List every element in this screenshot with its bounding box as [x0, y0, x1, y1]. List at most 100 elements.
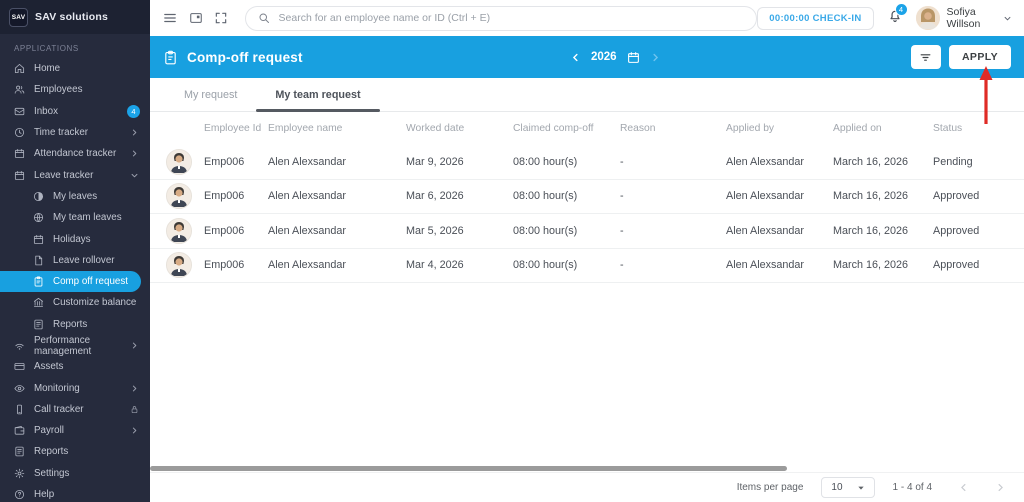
calendar-icon — [14, 148, 25, 159]
sidebar-item-attendance-tracker[interactable]: Attendance tracker — [0, 143, 150, 164]
performance-icon — [14, 340, 25, 351]
cell-status: Approved — [933, 259, 980, 272]
sidebar-item-reports[interactable]: Reports — [0, 441, 150, 462]
sidebar-item-label: Reports — [53, 318, 88, 330]
tab-my-team-request[interactable]: My team request — [256, 78, 380, 112]
filter-button[interactable] — [910, 45, 941, 69]
people-icon — [14, 84, 25, 95]
comp-off-request-page: SAV SAV solutions APPLICATIONS Home Emplo… — [0, 0, 1024, 502]
sidebar-item-my-leaves[interactable]: My leaves — [0, 186, 150, 207]
cell-worked-date: Mar 9, 2026 — [406, 155, 464, 168]
items-per-page-label: Items per page — [736, 482, 804, 493]
page-header: Comp-off request 2026 APPLY — [150, 36, 1024, 78]
notifications-button[interactable]: 4 — [887, 3, 908, 28]
next-page-icon[interactable] — [995, 482, 1006, 493]
cell-employee-name: Alen Alexsandar — [268, 155, 347, 168]
sidebar-item-label: Time tracker — [34, 127, 89, 139]
sidebar-item-assets[interactable]: Assets — [0, 356, 150, 377]
user-menu[interactable]: Sofiya Willson — [915, 6, 1013, 30]
cell-applied-by: Alen Alexsandar — [726, 224, 805, 237]
clipboard-icon — [33, 276, 44, 287]
search-icon — [259, 13, 269, 23]
column-header-claimed-comp-off: Claimed comp-off — [513, 123, 594, 134]
cell-employee-id: Emp006 — [204, 259, 245, 272]
pagination-bar: Items per page 10 1 - 4 of 4 — [150, 472, 1024, 502]
sidebar-item-label: Settings — [34, 467, 70, 479]
page-title-wrap: Comp-off request — [163, 50, 303, 65]
sidebar-item-comp-off-request[interactable]: Comp off request — [0, 270, 141, 293]
cell-worked-date: Mar 4, 2026 — [406, 259, 464, 272]
sidebar-item-home[interactable]: Home — [0, 58, 150, 79]
sidebar-item-time-tracker[interactable]: Time tracker — [0, 122, 150, 143]
hamburger-menu-icon[interactable] — [160, 7, 181, 29]
prev-year-icon[interactable] — [570, 52, 581, 63]
sidebar-item-customize-balance[interactable]: Customize balance — [0, 292, 150, 313]
sidebar-item-label: Employees — [34, 84, 83, 96]
cell-employee-id: Emp006 — [204, 224, 245, 237]
sidebar-item-label: Attendance tracker — [34, 148, 117, 160]
sidebar-item-label: Inbox — [34, 105, 58, 117]
sidebar: SAV SAV solutions APPLICATIONS Home Emplo… — [0, 0, 150, 502]
sidebar-item-label: Assets — [34, 361, 64, 373]
table-row[interactable]: Emp006 Alen Alexsandar Mar 9, 2026 08:00 ho… — [150, 145, 1024, 180]
report-icon — [33, 319, 44, 330]
apply-button[interactable]: APPLY — [948, 45, 1011, 69]
sidebar-item-settings[interactable]: Settings — [0, 463, 150, 484]
sidebar-item-reports[interactable]: Reports — [0, 314, 150, 335]
next-year-icon[interactable] — [650, 52, 661, 63]
user-name: Sofiya Willson — [946, 6, 981, 30]
panel-toggle-icon[interactable] — [186, 7, 207, 29]
column-header-status: Status — [933, 123, 963, 134]
sidebar-item-label: Home — [34, 63, 61, 75]
chevron-right-icon — [130, 341, 139, 350]
brand-header[interactable]: SAV SAV solutions — [0, 0, 150, 34]
sidebar-item-inbox[interactable]: Inbox 4 — [0, 101, 150, 122]
check-in-button[interactable]: 00:00:00 CHECK-IN — [757, 6, 874, 30]
chevron-right-icon — [130, 149, 139, 158]
table-row[interactable]: Emp006 Alen Alexsandar Mar 6, 2026 08:00 ho… — [150, 179, 1024, 214]
main-area: 00:00:00 CHECK-IN 4 Sofiya Willson Comp- — [150, 0, 1024, 502]
sidebar-item-employees[interactable]: Employees — [0, 79, 150, 100]
sidebar-item-leave-rollover[interactable]: Leave rollover — [0, 250, 150, 271]
table-row[interactable]: Emp006 Alen Alexsandar Mar 5, 2026 08:00 ho… — [150, 214, 1024, 249]
table-body: Emp006 Alen Alexsandar Mar 9, 2026 08:00 ho… — [150, 145, 1024, 283]
sidebar-item-payroll[interactable]: Payroll — [0, 420, 150, 441]
brand-name: SAV solutions — [35, 11, 108, 23]
eye-icon — [14, 383, 25, 394]
cell-status: Approved — [933, 190, 980, 203]
search-input[interactable] — [278, 12, 745, 24]
sidebar-item-performance-management[interactable]: Performance management — [0, 335, 150, 357]
column-header-employee-name: Employee name — [268, 123, 343, 134]
calendar-picker-icon[interactable] — [627, 51, 640, 64]
cell-applied-on: March 16, 2026 — [833, 190, 909, 203]
fullscreen-icon[interactable] — [211, 7, 232, 29]
page-size-select[interactable]: 10 — [821, 477, 875, 498]
horizontal-scrollbar[interactable] — [150, 466, 787, 471]
chevron-down-icon — [857, 484, 865, 492]
sidebar-item-label: My team leaves — [53, 212, 122, 224]
cell-employee-name: Alen Alexsandar — [268, 224, 347, 237]
sidebar-item-holidays[interactable]: Holidays — [0, 228, 150, 249]
clock-icon — [14, 127, 25, 138]
sidebar-item-label: Leave tracker — [34, 169, 94, 181]
cell-applied-on: March 16, 2026 — [833, 259, 909, 272]
tab-my-request[interactable]: My request — [165, 78, 256, 111]
notification-badge: 4 — [894, 3, 908, 16]
sidebar-item-my-team-leaves[interactable]: My team leaves — [0, 207, 150, 228]
cell-applied-on: March 16, 2026 — [833, 155, 909, 168]
cell-applied-on: March 16, 2026 — [833, 224, 909, 237]
table-row[interactable]: Emp006 Alen Alexsandar Mar 4, 2026 08:00 ho… — [150, 248, 1024, 283]
cell-employee-name: Alen Alexsandar — [268, 190, 347, 203]
header-actions: APPLY — [910, 45, 1011, 69]
prev-page-icon[interactable] — [958, 482, 969, 493]
sidebar-item-help[interactable]: Help — [0, 484, 150, 502]
sidebar-item-call-tracker[interactable]: Call tracker — [0, 399, 150, 420]
sidebar-item-leave-tracker[interactable]: Leave tracker — [0, 164, 150, 185]
employee-avatar-cell — [160, 148, 204, 175]
selected-year[interactable]: 2026 — [591, 51, 617, 63]
sidebar-item-monitoring[interactable]: Monitoring — [0, 377, 150, 398]
card-icon — [14, 361, 25, 372]
page-size-value: 10 — [831, 482, 843, 493]
cell-claimed: 08:00 hour(s) — [513, 224, 578, 237]
contrast-icon — [33, 191, 44, 202]
